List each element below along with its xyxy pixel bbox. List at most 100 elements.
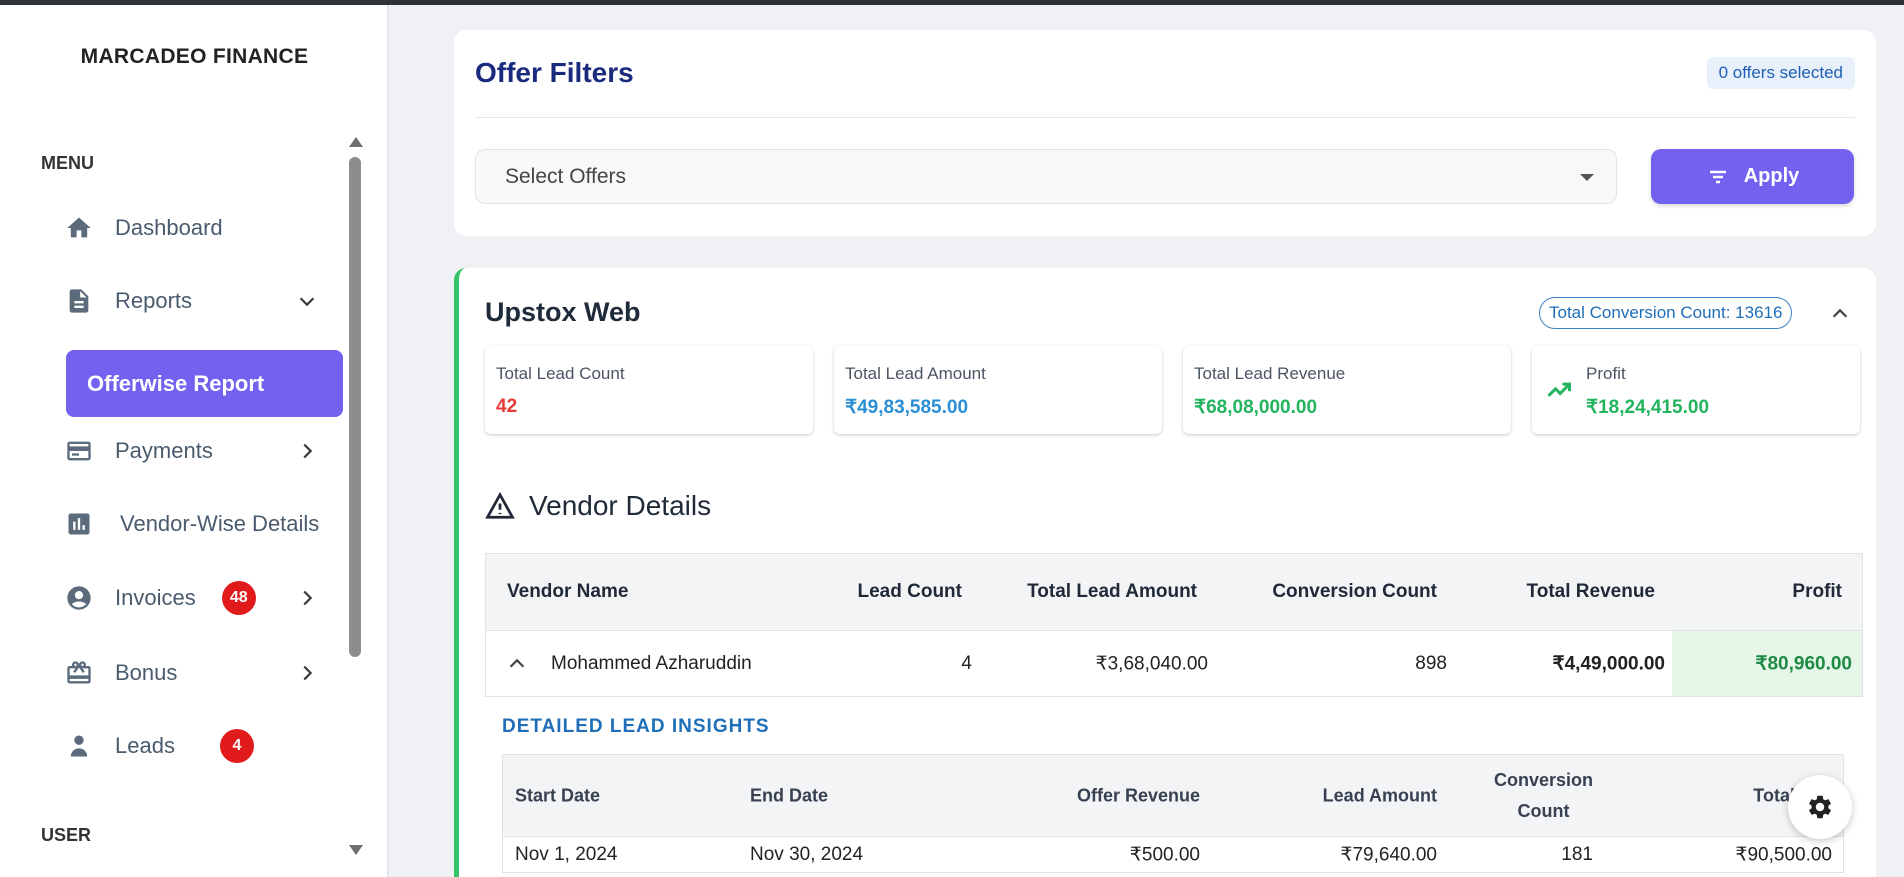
chevron-right-icon[interactable] bbox=[296, 587, 318, 609]
chevron-down-icon[interactable] bbox=[296, 290, 318, 312]
conversion-count: 181 bbox=[1561, 843, 1593, 865]
end-date: Nov 30, 2024 bbox=[750, 843, 864, 865]
scroll-down-arrow-icon[interactable] bbox=[349, 845, 363, 855]
vendor-table-header: Vendor Name Lead Count Total Lead Amount… bbox=[486, 554, 1862, 631]
filter-icon bbox=[1709, 170, 1726, 183]
stat-total-lead-revenue: Total Lead Revenue ₹68,08,000.00 bbox=[1183, 346, 1511, 434]
person-icon bbox=[65, 732, 93, 760]
lead-count: 4 bbox=[961, 652, 972, 674]
invoices-count-badge: 48 bbox=[221, 581, 256, 615]
lead-amount: ₹79,640.00 bbox=[1340, 844, 1437, 865]
profit-value: ₹80,960.00 bbox=[1755, 653, 1852, 674]
conversion-count: 898 bbox=[1415, 652, 1447, 674]
sidebar-item-label: Vendor-Wise Details bbox=[120, 511, 320, 536]
offer-revenue: ₹500.00 bbox=[1129, 844, 1200, 865]
stat-label: Profit bbox=[1586, 364, 1626, 383]
sidebar: MARCADEO FINANCE MENU Dashboard Reports … bbox=[0, 5, 389, 877]
chevron-right-icon[interactable] bbox=[296, 440, 318, 462]
vendor-name: Mohammed Azharuddin bbox=[551, 652, 752, 674]
stat-value: ₹49,83,585.00 bbox=[845, 397, 969, 418]
chevron-right-icon[interactable] bbox=[296, 662, 318, 684]
column-header[interactable]: Lead Amount bbox=[1323, 785, 1437, 806]
account-circle-icon bbox=[65, 584, 93, 612]
column-header[interactable]: Start Date bbox=[515, 785, 600, 806]
sidebar-scrollbar[interactable] bbox=[347, 135, 363, 857]
bar-chart-icon bbox=[65, 510, 93, 538]
stat-label: Total Lead Revenue bbox=[1194, 364, 1346, 383]
stat-profit: Profit ₹18,24,415.00 bbox=[1532, 346, 1860, 434]
sidebar-item-label: Offerwise Report bbox=[87, 370, 265, 396]
sidebar-item-label: Reports bbox=[115, 288, 193, 313]
lead-insights-header: Start Date End Date Offer Revenue Lead A… bbox=[503, 755, 1843, 837]
gear-icon bbox=[1809, 795, 1831, 819]
sidebar-item-label: Dashboard bbox=[115, 215, 223, 240]
offer-filters-title: Offer Filters bbox=[475, 57, 634, 88]
total-revenue: ₹4,49,000.00 bbox=[1552, 653, 1665, 674]
column-header-line: Count bbox=[1517, 800, 1570, 821]
stat-value: ₹68,08,000.00 bbox=[1194, 397, 1318, 418]
sidebar-item-reports[interactable]: Reports bbox=[65, 273, 340, 329]
select-offers-placeholder: Select Offers bbox=[505, 165, 626, 188]
offers-selected-badge: 0 offers selected bbox=[1706, 57, 1855, 89]
column-header[interactable]: Total Revenue bbox=[1527, 581, 1655, 603]
offer-card: Upstox Web Total Conversion Count: 13616… bbox=[454, 268, 1876, 877]
offer-title: Upstox Web bbox=[485, 297, 641, 327]
menu-section-label: MENU bbox=[41, 153, 94, 173]
document-icon bbox=[65, 287, 93, 315]
warning-icon bbox=[485, 491, 515, 519]
sidebar-item-label: Invoices bbox=[115, 585, 196, 610]
column-header[interactable]: Conversion Count bbox=[1272, 581, 1437, 603]
sidebar-item-payments[interactable]: Payments bbox=[65, 423, 340, 479]
detailed-lead-insights-title: DETAILED LEAD INSIGHTS bbox=[502, 716, 770, 737]
brand-title: MARCADEO FINANCE bbox=[80, 45, 309, 68]
sidebar-item-vendor-wise-details[interactable]: Vendor-Wise Details bbox=[65, 496, 340, 552]
settings-fab[interactable] bbox=[1788, 775, 1852, 839]
credit-card-icon bbox=[65, 437, 93, 465]
caret-down-icon bbox=[1580, 174, 1594, 181]
gift-icon bbox=[65, 659, 93, 687]
apply-button[interactable]: Apply bbox=[1651, 149, 1854, 204]
sidebar-item-bonus[interactable]: Bonus bbox=[65, 645, 340, 701]
home-icon bbox=[65, 214, 93, 242]
chevron-up-icon[interactable] bbox=[506, 653, 528, 675]
user-section-label: USER bbox=[41, 825, 92, 845]
column-header[interactable]: Offer Revenue bbox=[1077, 785, 1200, 806]
stat-label: Total Lead Amount bbox=[845, 364, 986, 383]
sidebar-item-invoices[interactable]: Invoices 48 bbox=[65, 570, 340, 626]
trending-up-icon bbox=[1545, 376, 1573, 404]
stat-total-lead-amount: Total Lead Amount ₹49,83,585.00 bbox=[834, 346, 1162, 434]
sidebar-item-label: Leads bbox=[115, 733, 175, 758]
scroll-up-arrow-icon[interactable] bbox=[349, 137, 363, 147]
offer-filters-card: Offer Filters 0 offers selected Select O… bbox=[454, 30, 1876, 236]
column-header[interactable]: Conversion Count bbox=[1494, 765, 1593, 827]
sidebar-item-offerwise-report[interactable]: Offerwise Report bbox=[66, 350, 343, 417]
column-header[interactable]: Vendor Name bbox=[507, 581, 628, 603]
column-header-line: Conversion bbox=[1493, 769, 1593, 790]
start-date: Nov 1, 2024 bbox=[515, 843, 618, 865]
table-row[interactable]: Nov 1, 2024 Nov 30, 2024 ₹500.00 ₹79,640… bbox=[503, 837, 1843, 873]
leads-count-badge: 4 bbox=[219, 729, 254, 763]
scrollbar-thumb[interactable] bbox=[349, 157, 361, 657]
sidebar-item-label: Bonus bbox=[115, 660, 178, 685]
sidebar-item-label: Payments bbox=[115, 438, 213, 463]
vendor-table: Vendor Name Lead Count Total Lead Amount… bbox=[485, 553, 1863, 697]
chevron-up-icon[interactable] bbox=[1829, 303, 1851, 325]
lead-insights-table: Start Date End Date Offer Revenue Lead A… bbox=[502, 754, 1844, 873]
total-revenue: ₹90,500.00 bbox=[1735, 844, 1832, 865]
table-row[interactable]: Mohammed Azharuddin 4 ₹3,68,040.00 898 ₹… bbox=[486, 631, 1862, 697]
column-header[interactable]: Lead Count bbox=[858, 581, 963, 603]
vendor-details-title: Vendor Details bbox=[529, 490, 712, 521]
stat-total-lead-count: Total Lead Count 42 bbox=[485, 346, 813, 434]
column-header[interactable]: Total Lead Amount bbox=[1027, 581, 1197, 603]
select-offers-dropdown[interactable]: Select Offers bbox=[475, 149, 1617, 204]
stat-value: ₹18,24,415.00 bbox=[1586, 397, 1710, 418]
lead-amount: ₹3,68,040.00 bbox=[1095, 653, 1208, 674]
stat-value: 42 bbox=[496, 396, 518, 417]
column-header[interactable]: Profit bbox=[1792, 581, 1842, 603]
sidebar-item-leads[interactable]: Leads 4 bbox=[65, 718, 340, 774]
divider bbox=[475, 117, 1855, 118]
vendor-details-heading: Vendor Details bbox=[485, 490, 711, 522]
sidebar-item-dashboard[interactable]: Dashboard bbox=[65, 200, 340, 256]
total-conversion-chip: Total Conversion Count: 13616 bbox=[1539, 297, 1793, 329]
column-header[interactable]: End Date bbox=[750, 785, 828, 806]
